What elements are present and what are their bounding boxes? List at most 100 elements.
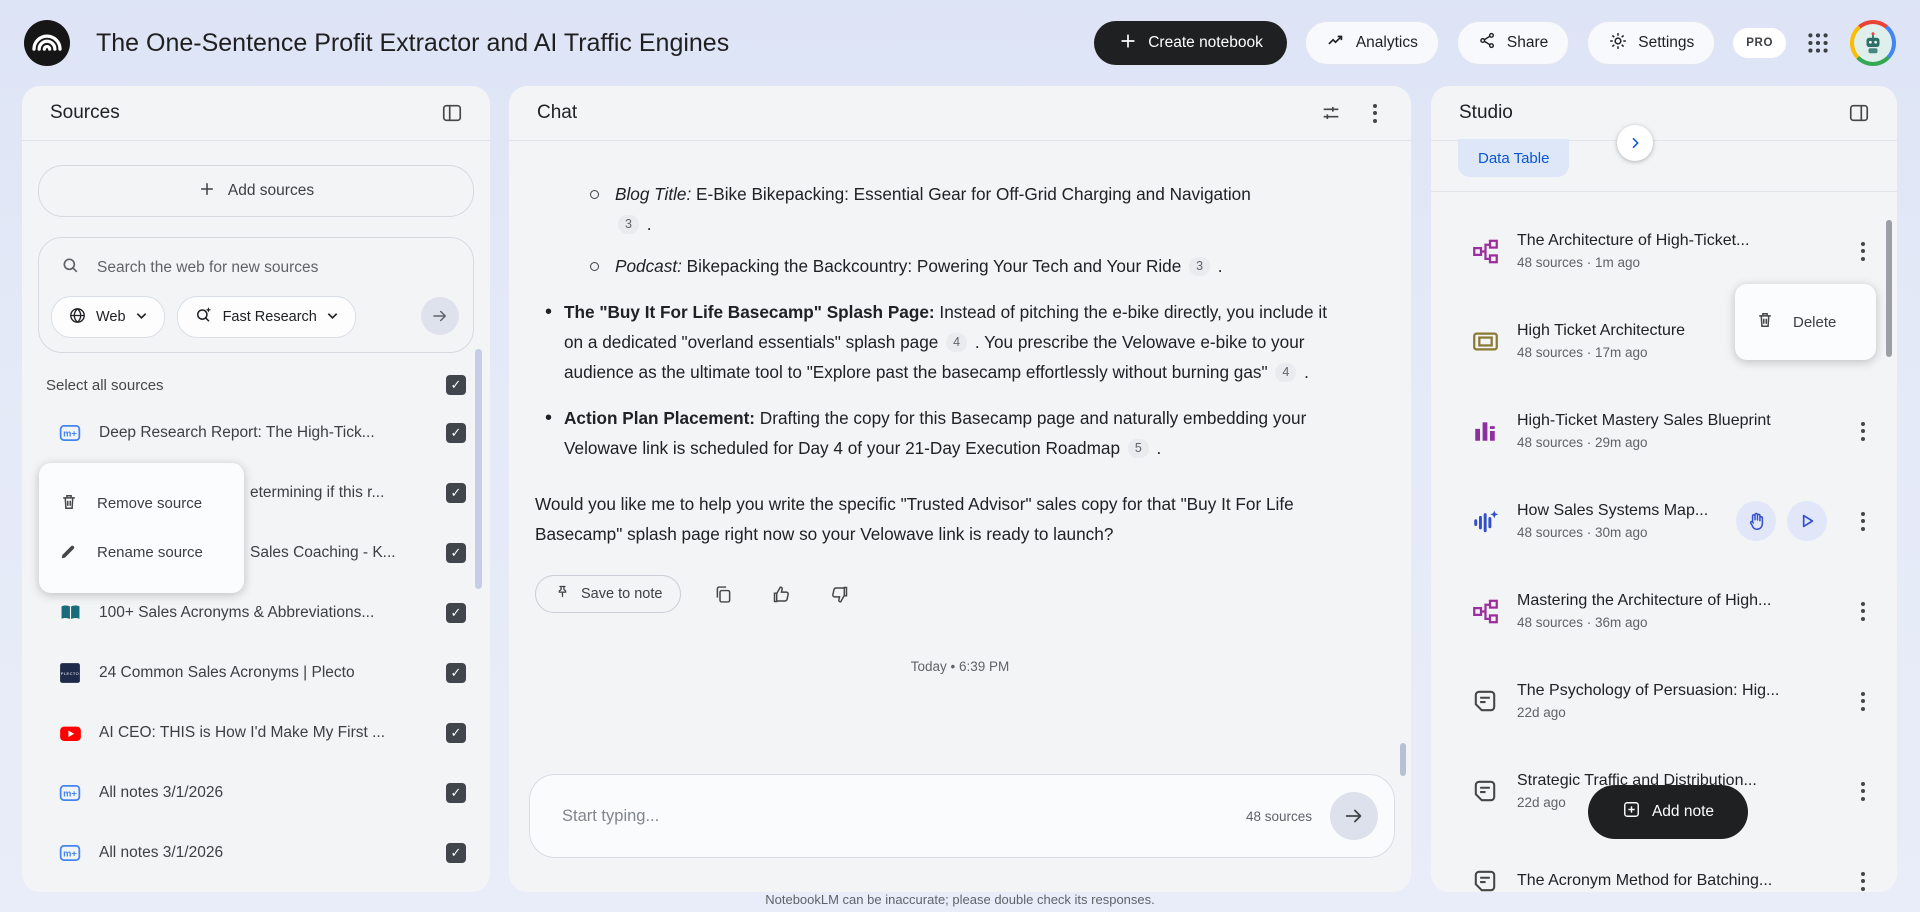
source-list-item[interactable]: PLECTO24 Common Sales Acronyms | Plecto✓: [22, 643, 490, 703]
studio-item-more-icon[interactable]: [1849, 777, 1877, 805]
studio-item-more-icon[interactable]: [1849, 417, 1877, 445]
studio-item-more-icon[interactable]: [1849, 867, 1877, 892]
studio-item-actions: [1736, 501, 1827, 541]
user-avatar[interactable]: [1850, 20, 1896, 66]
source-checkbox[interactable]: ✓: [446, 543, 466, 563]
research-mode-chip[interactable]: Fast Research: [177, 296, 356, 338]
chat-message: Action Plan Placement: Drafting the copy…: [564, 403, 1336, 463]
source-title: 24 Common Sales Acronyms | Plecto: [99, 664, 429, 682]
studio-item-title: The Psychology of Persuasion: Hig...: [1517, 682, 1831, 700]
source-checkbox[interactable]: ✓: [446, 483, 466, 503]
source-list-item[interactable]: m+All notes 3/1/2026✓: [22, 823, 490, 883]
source-checkbox[interactable]: ✓: [446, 423, 466, 443]
source-checkbox[interactable]: ✓: [446, 723, 466, 743]
citation-badge[interactable]: 3: [1189, 257, 1210, 276]
studio-item[interactable]: High-Ticket Mastery Sales Blueprint 48 so…: [1431, 386, 1897, 476]
notebooklm-app: The One-Sentence Profit Extractor and AI…: [0, 0, 1920, 912]
chevron-down-icon: [326, 309, 339, 325]
studio-item[interactable]: How Sales Systems Map...48 sources · 30m…: [1431, 476, 1897, 566]
studio-item-title: The Acronym Method for Batching...: [1517, 872, 1831, 890]
add-note-button[interactable]: Add note: [1588, 785, 1748, 839]
sources-scrollbar[interactable]: [475, 349, 482, 589]
settings-button[interactable]: Settings: [1587, 21, 1715, 65]
add-sources-button[interactable]: Add sources: [38, 165, 474, 217]
source-checkbox[interactable]: ✓: [446, 843, 466, 863]
source-checkbox[interactable]: ✓: [446, 603, 466, 623]
pencil-icon: [59, 541, 79, 565]
chat-more-menu-icon[interactable]: [1361, 99, 1389, 127]
studio-item-more-icon[interactable]: [1849, 687, 1877, 715]
source-checkbox[interactable]: ✓: [446, 783, 466, 803]
studio-item-more-icon[interactable]: [1849, 237, 1877, 265]
select-all-label: Select all sources: [46, 377, 164, 394]
studio-item[interactable]: The Architecture of High-Ticket...48 sou…: [1431, 206, 1897, 296]
studio-item-meta: 48 sources · 29m ago: [1517, 435, 1831, 450]
collapse-panel-icon[interactable]: [436, 97, 468, 129]
source-list-item[interactable]: m+Deep Research Report: The High-Tick...…: [22, 403, 490, 463]
chat-input[interactable]: [560, 806, 1246, 827]
studio-item-title: High-Ticket Mastery Sales Blueprint: [1517, 412, 1831, 430]
chat-message: The "Buy It For Life Basecamp" Splash Pa…: [564, 297, 1336, 387]
chips-next-button[interactable]: [1617, 125, 1653, 161]
svg-text:m+: m+: [63, 429, 77, 439]
studio-item-meta: 48 sources · 30m ago: [1517, 525, 1718, 540]
studio-item-more-icon[interactable]: [1849, 507, 1877, 535]
search-submit-button[interactable]: [421, 297, 459, 335]
analytics-button[interactable]: Analytics: [1305, 21, 1439, 65]
gear-icon: [1608, 31, 1628, 56]
interactive-mode-button[interactable]: [1736, 501, 1776, 541]
plus-icon: [1118, 31, 1138, 56]
play-button[interactable]: [1787, 501, 1827, 541]
apps-grid-icon[interactable]: [1804, 29, 1832, 57]
source-count-label: 48 sources: [1246, 809, 1312, 824]
web-filter-chip[interactable]: Web: [51, 296, 165, 338]
source-title: All notes 3/1/2026: [99, 784, 429, 802]
source-type-icon: [58, 721, 82, 745]
web-search-composer: Web Fast Research: [38, 237, 474, 353]
source-list-item[interactable]: m+ All notes 3/1/2026 ✓: [22, 763, 490, 823]
studio-item[interactable]: Mastering the Architecture of High...48 …: [1431, 566, 1897, 656]
rename-source-menu-item[interactable]: Rename source: [39, 528, 244, 577]
studio-item-more-icon[interactable]: [1849, 597, 1877, 625]
studio-item-meta: 48 sources · 36m ago: [1517, 615, 1831, 630]
chat-settings-icon[interactable]: [1315, 97, 1347, 129]
svg-text:m+: m+: [63, 789, 77, 799]
studio-panel: Studio Data Table The Architecture of Hi…: [1431, 86, 1897, 892]
remove-source-menu-item[interactable]: Remove source: [39, 479, 244, 528]
chat-panel-title: Chat: [537, 102, 577, 124]
citation-badge[interactable]: 4: [1275, 363, 1296, 382]
studio-item[interactable]: The Psychology of Persuasion: Hig...22d …: [1431, 656, 1897, 746]
save-to-note-button[interactable]: Save to note: [535, 575, 681, 613]
data-table-chip[interactable]: Data Table: [1458, 139, 1569, 177]
delete-menu-item[interactable]: Delete: [1735, 298, 1856, 347]
thumbs-down-icon[interactable]: [823, 578, 855, 610]
share-button[interactable]: Share: [1457, 21, 1569, 65]
chat-message: Would you like me to help you write the …: [535, 489, 1335, 549]
expand-panel-icon[interactable]: [1843, 97, 1875, 129]
chat-panel: Chat Blog Title: E-Bike Bikepacking: Ess…: [509, 86, 1411, 892]
source-list-item[interactable]: AI CEO: THIS is How I'd Make My First ..…: [22, 703, 490, 763]
thumbs-up-icon[interactable]: [765, 578, 797, 610]
search-input[interactable]: [95, 258, 461, 278]
note-icon: [1471, 777, 1499, 805]
citation-badge[interactable]: 4: [946, 333, 967, 352]
citation-badge[interactable]: 5: [1128, 439, 1149, 458]
send-button[interactable]: [1330, 792, 1378, 840]
source-type-icon: m+: [58, 841, 82, 865]
select-all-checkbox[interactable]: ✓: [446, 375, 466, 395]
citation-badge[interactable]: 3: [618, 215, 639, 234]
source-checkbox[interactable]: ✓: [446, 663, 466, 683]
create-notebook-button[interactable]: Create notebook: [1094, 21, 1287, 65]
studio-scrollbar[interactable]: [1886, 220, 1892, 357]
trash-icon: [1755, 310, 1775, 334]
studio-context-menu: Delete: [1735, 284, 1876, 360]
chat-panel-header: Chat: [509, 86, 1411, 141]
avatar-robot-image: [1854, 24, 1892, 62]
search-icon: [61, 256, 81, 281]
studio-item[interactable]: The Acronym Method for Batching...: [1431, 836, 1897, 892]
copy-icon[interactable]: [707, 578, 739, 610]
slides-icon: [1471, 327, 1499, 355]
source-title: etermining if this r...: [250, 484, 429, 502]
chat-scrollbar[interactable]: [1400, 743, 1406, 776]
pin-icon: [554, 584, 571, 605]
